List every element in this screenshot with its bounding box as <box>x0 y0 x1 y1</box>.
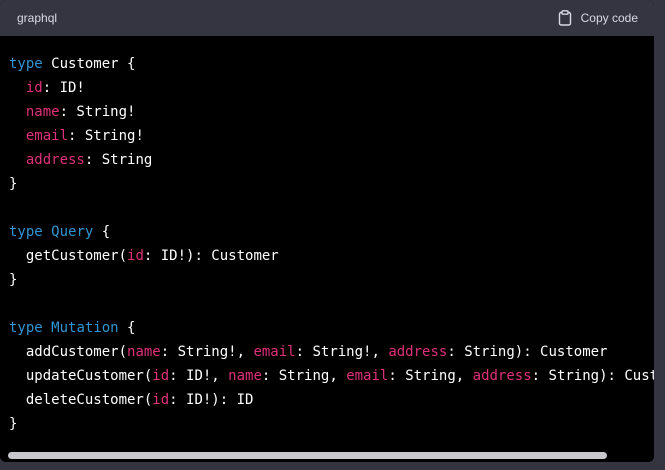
code-line: } <box>9 412 654 436</box>
code-token-keyword: type <box>9 320 43 336</box>
code-token-plain: : ID!): Customer <box>143 248 279 264</box>
code-line: type Mutation { <box>9 316 654 340</box>
code-token-arg: id <box>152 392 170 408</box>
code-line: address: String <box>9 148 654 172</box>
code-token-plain: : ID! <box>42 80 85 96</box>
code-token-field: id <box>25 80 43 96</box>
code-token-arg: name <box>228 368 262 384</box>
code-line: deleteCustomer(id: ID!): ID <box>9 388 654 412</box>
code-token-plain: getCustomer( <box>9 248 128 264</box>
code-line: type Customer { <box>9 52 654 76</box>
code-token-plain: { <box>118 320 136 336</box>
scrollbar-thumb[interactable] <box>8 452 607 459</box>
code-token-plain: : ID!): ID <box>169 392 254 408</box>
code-line: addCustomer(name: String!, email: String… <box>9 340 654 364</box>
code-token-field: name <box>25 104 60 120</box>
code-content: type Customer { id: ID! name: String! em… <box>9 52 654 436</box>
code-token-plain: { <box>93 224 111 240</box>
code-token-plain: addCustomer( <box>9 344 128 360</box>
code-token-plain: Customer <box>51 56 119 72</box>
code-token-arg: email <box>253 344 296 360</box>
code-token-plain: : String!, <box>295 344 389 360</box>
code-token-keyword: type <box>9 56 43 72</box>
code-body: type Customer { id: ID! name: String! em… <box>0 36 654 462</box>
code-line: getCustomer(id: ID!): Customer <box>9 244 654 268</box>
code-token-field: address <box>25 152 85 168</box>
code-token-arg: address <box>472 368 532 384</box>
code-token-plain: : String! <box>59 104 136 120</box>
code-token-plain: : String! <box>68 128 144 144</box>
code-token-keyword: type <box>9 224 43 240</box>
code-token-plain: : String): Customer <box>447 344 608 360</box>
code-token-plain: deleteCustomer( <box>9 392 153 408</box>
code-token-plain: : String, <box>261 368 347 384</box>
copy-code-button[interactable]: Copy code <box>558 10 638 26</box>
clipboard-icon <box>558 10 572 26</box>
code-token-field: email <box>25 128 69 144</box>
code-token-plain: : String!, <box>160 344 254 360</box>
code-token-arg: name <box>127 344 161 360</box>
code-token-plain: : String, <box>388 368 473 384</box>
code-token-plain: } <box>9 272 18 288</box>
code-token-arg: address <box>388 344 448 360</box>
copy-code-label: Copy code <box>580 11 638 25</box>
code-line: } <box>9 172 654 196</box>
code-token-arg: id <box>127 248 144 264</box>
code-token-plain: { <box>118 56 136 72</box>
code-token-plain: : ID!, <box>169 368 229 384</box>
language-label: graphql <box>17 11 58 25</box>
code-token-typename: Mutation <box>51 320 119 336</box>
code-line: type Query { <box>9 220 654 244</box>
code-token-plain: updateCustomer( <box>9 368 153 384</box>
code-line: } <box>9 268 654 292</box>
code-block-header: graphql Copy code <box>0 0 654 36</box>
code-token-plain: } <box>9 416 18 432</box>
code-line: name: String! <box>9 100 654 124</box>
code-token-arg: email <box>346 368 389 384</box>
horizontal-scrollbar[interactable] <box>0 450 654 462</box>
code-token-typename: Query <box>51 224 94 240</box>
code-token-plain: } <box>9 176 18 192</box>
code-line: id: ID! <box>9 76 654 100</box>
code-block-window: graphql Copy code type Customer { id: ID… <box>0 0 654 462</box>
code-line: updateCustomer(id: ID!, name: String, em… <box>9 364 654 388</box>
code-token-arg: id <box>152 368 170 384</box>
code-token-plain: : String): Cust <box>531 368 654 384</box>
code-token-plain: : String <box>84 152 153 168</box>
code-line: email: String! <box>9 124 654 148</box>
